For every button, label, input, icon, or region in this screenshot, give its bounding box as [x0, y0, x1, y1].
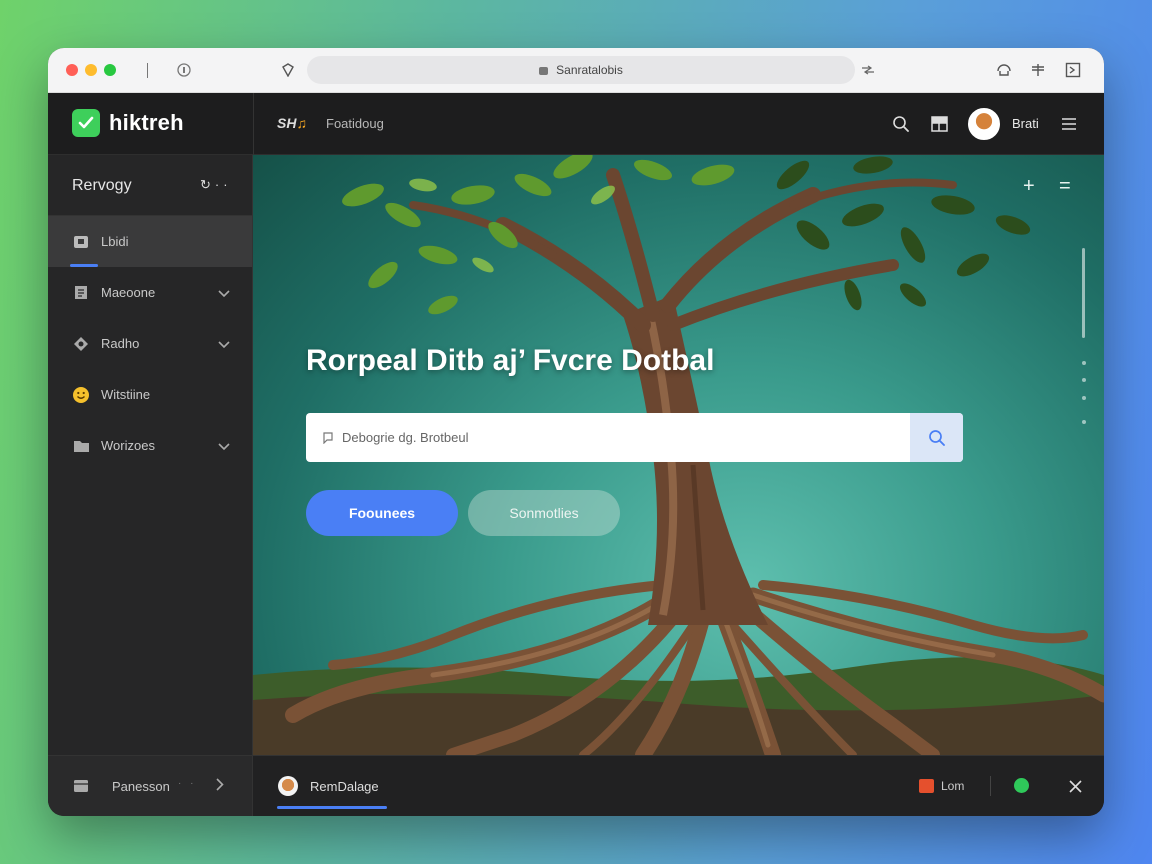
user-name[interactable]: Brati: [1012, 116, 1039, 131]
add-icon[interactable]: +: [1023, 175, 1035, 198]
music-note-icon: ♫: [296, 115, 307, 131]
folder-icon: [72, 437, 90, 455]
more-dots-icon[interactable]: · ·: [178, 778, 196, 789]
checkmark-icon: [72, 109, 100, 137]
sidebar-footer[interactable]: Panesson · ·: [48, 755, 253, 816]
sidebar-item-4[interactable]: Witstiine: [48, 369, 252, 420]
search-icon: [928, 429, 945, 446]
sidebar-footer-label: Panesson: [112, 778, 170, 794]
document-icon: [72, 284, 90, 302]
layout-grid-icon[interactable]: [927, 112, 951, 136]
square-icon: [72, 233, 90, 251]
tab-avatar: [278, 776, 298, 796]
sidebar-item-label: Witstiine: [101, 387, 151, 402]
primary-button[interactable]: Foounees: [306, 490, 458, 536]
sidebar-item-2[interactable]: Maeoone: [48, 267, 252, 318]
scroll-dot: [1082, 396, 1086, 400]
smiley-icon: [72, 386, 90, 404]
chevron-down-icon[interactable]: [218, 336, 230, 354]
close-window-button[interactable]: [66, 64, 78, 76]
translate-icon[interactable]: [858, 60, 878, 80]
sidebar-title: Rervogy: [72, 177, 132, 194]
sidebar-item-label: Maeoone: [101, 285, 156, 300]
tab-overview-icon[interactable]: [174, 60, 194, 80]
hero-banner: Rorpeal Ditb aj’ Fvcre Dotbal Foounees S…: [253, 155, 1104, 755]
scroll-dot: [1082, 420, 1086, 424]
archive-icon: [72, 777, 90, 795]
brand-name: hiktreh: [109, 110, 184, 135]
search-field-icon: [323, 431, 334, 444]
extensions-icon[interactable]: [994, 60, 1014, 80]
sidebar-item-label: Lbidi: [101, 234, 129, 249]
sidebar-toggle-icon[interactable]: [1063, 60, 1083, 80]
active-tab-indicator: [277, 806, 387, 809]
brand-logo[interactable]: hiktreh: [72, 109, 184, 137]
shield-icon[interactable]: [278, 60, 298, 80]
search-input[interactable]: [342, 430, 902, 445]
scroll-dot: [1082, 361, 1086, 365]
hero-title: Rorpeal Ditb aj’ Fvcre Dotbal: [306, 344, 715, 377]
status-text[interactable]: Lom: [941, 779, 964, 793]
browser-chrome: Sanratalobis: [48, 48, 1104, 93]
chevron-down-icon[interactable]: [218, 285, 230, 303]
menu-icon[interactable]: [1057, 112, 1081, 136]
online-status-icon[interactable]: [1014, 778, 1029, 793]
workspace-logo[interactable]: SH♫: [277, 115, 307, 131]
add-bookmark-icon[interactable]: [1028, 60, 1048, 80]
search-icon[interactable]: [889, 112, 913, 136]
sidebar-options-icon[interactable]: ↻··: [200, 177, 232, 193]
scrollbar[interactable]: [1082, 248, 1085, 338]
sidebar-header: Rervogy ↻··: [48, 155, 252, 216]
alert-icon: [919, 779, 934, 793]
sidebar-item-5[interactable]: Worizoes: [48, 420, 252, 471]
close-icon[interactable]: [1063, 774, 1087, 798]
secondary-button[interactable]: Sonmotlies: [468, 490, 620, 536]
sidebar: Rervogy ↻·· Lbidi Maeoone Radho Witstiin…: [48, 155, 253, 755]
sidebar-item-1[interactable]: Lbidi: [48, 216, 252, 267]
chevron-right-icon[interactable]: [216, 778, 224, 796]
chevron-down-icon[interactable]: [218, 438, 230, 456]
browser-window: Sanratalobis hiktreh SH♫ Foatidoug Brati…: [48, 48, 1104, 816]
bottom-tab-label[interactable]: RemDalage: [310, 779, 379, 794]
sidebar-item-label: Radho: [101, 336, 140, 351]
sidebar-item-3[interactable]: Radho: [48, 318, 252, 369]
minimize-window-button[interactable]: [85, 64, 97, 76]
lock-icon: [539, 67, 549, 75]
puzzle-icon: [72, 335, 90, 353]
app-header: hiktreh SH♫ Foatidoug Brati: [48, 93, 1104, 155]
chrome-divider: [147, 63, 148, 78]
bottom-divider: [990, 776, 991, 796]
address-text: Sanratalobis: [556, 63, 623, 77]
sidebar-item-label: Worizoes: [101, 438, 155, 453]
breadcrumb[interactable]: Foatidoug: [326, 116, 384, 131]
search-button[interactable]: [910, 413, 963, 462]
user-avatar[interactable]: [968, 108, 1000, 140]
options-icon[interactable]: =: [1059, 175, 1071, 198]
hero-search: [306, 413, 963, 462]
address-bar[interactable]: Sanratalobis: [307, 56, 855, 84]
scroll-dot: [1082, 378, 1086, 382]
bottom-bar: RemDalage Lom: [253, 755, 1104, 816]
header-divider: [253, 93, 254, 155]
maximize-window-button[interactable]: [104, 64, 116, 76]
